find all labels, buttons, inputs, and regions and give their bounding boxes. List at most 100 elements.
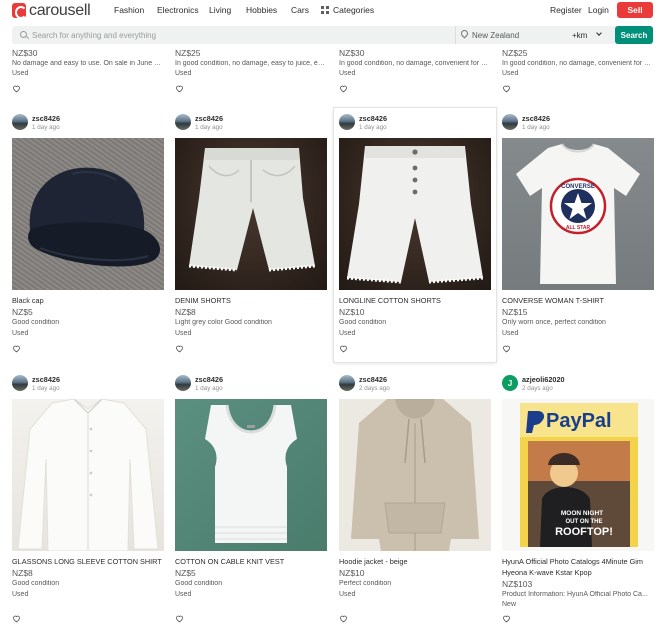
heart-icon[interactable] xyxy=(175,614,184,623)
white-shirt-image xyxy=(17,399,159,551)
listing-photo[interactable] xyxy=(12,138,164,290)
listing-title[interactable]: COTTON ON CABLE KNIT VEST xyxy=(175,557,284,566)
avatar[interactable] xyxy=(339,375,355,391)
paypal-print-text: PayPal xyxy=(546,410,612,432)
listing-card-partial[interactable]: NZ$25 In good condition, no damage, easy… xyxy=(175,44,337,94)
heart-icon[interactable] xyxy=(175,84,184,93)
heart-icon[interactable] xyxy=(12,84,21,93)
heart-icon[interactable] xyxy=(339,84,348,93)
listing-time: 1 day ago xyxy=(522,124,550,131)
denim-shorts-image xyxy=(188,148,316,272)
listing-card-partial[interactable]: NZ$30 In good condition, no damage, conv… xyxy=(339,44,501,94)
seller-username[interactable]: zsc8426 xyxy=(195,114,223,123)
listing-title[interactable]: CONVERSE WOMAN T-SHIRT xyxy=(502,296,604,305)
catalog-print-text: ROOFTOP! xyxy=(555,526,613,538)
avatar[interactable] xyxy=(502,114,518,130)
seller-info[interactable]: zsc8426 2 days ago xyxy=(339,371,501,393)
seller-username[interactable]: azjeoli62020 xyxy=(522,375,565,384)
seller-info[interactable]: zsc8426 1 day ago xyxy=(175,371,337,393)
seller-info[interactable]: zsc8426 1 day ago xyxy=(175,110,337,132)
seller-username[interactable]: zsc8426 xyxy=(522,114,550,123)
listing-title-line2[interactable]: Hyeona K-wave Kstar Kpop xyxy=(502,568,592,577)
listing-photo[interactable] xyxy=(175,399,327,551)
listing-title[interactable]: DENIM SHORTS xyxy=(175,296,231,305)
listing-card[interactable]: zsc8426 1 day ago DENIM SHORTS NZ$8 Ligh… xyxy=(175,110,337,360)
listing-price: NZ$25 xyxy=(175,48,201,58)
listing-price: NZ$5 xyxy=(12,307,33,317)
listing-time: 1 day ago xyxy=(195,124,223,131)
seller-info[interactable]: zsc8426 1 day ago xyxy=(12,371,174,393)
listing-card[interactable]: zsc8426 1 day ago GLASSONS LONG SLEEVE C… xyxy=(12,371,174,630)
listing-card[interactable]: J azjeoli62020 2 days ago PayPal MOON NI… xyxy=(502,371,660,630)
seller-info[interactable]: J azjeoli62020 2 days ago xyxy=(502,371,660,393)
listing-price: NZ$5 xyxy=(175,568,196,578)
listing-photo[interactable]: PayPal MOON NIGHT OUT ON THE ROOFTOP! xyxy=(502,399,654,551)
listing-condition: Used xyxy=(12,591,29,598)
heart-icon[interactable] xyxy=(12,614,21,623)
heart-icon[interactable] xyxy=(502,344,511,353)
avatar[interactable] xyxy=(12,375,28,391)
listing-title[interactable]: Black cap xyxy=(12,296,44,305)
listing-description: Product Information: HyunA Official Phot… xyxy=(502,591,648,598)
listing-price: NZ$15 xyxy=(502,307,528,317)
seller-info[interactable]: zsc8426 1 day ago xyxy=(12,110,174,132)
listing-condition: Used xyxy=(502,330,519,337)
listing-title[interactable]: LONGLINE COTTON SHORTS xyxy=(339,296,441,305)
avatar[interactable] xyxy=(175,375,191,391)
listing-card[interactable]: zsc8426 1 day ago Black cap NZ$5 Good co… xyxy=(12,110,174,360)
listing-card[interactable]: zsc8426 1 day ago COTTON ON CABLE KNIT V… xyxy=(175,371,337,630)
listing-time: 2 days ago xyxy=(359,385,390,392)
listing-time: 2 days ago xyxy=(522,385,553,392)
seller-username[interactable]: zsc8426 xyxy=(32,114,60,123)
listing-time: 1 day ago xyxy=(195,385,223,392)
listing-card-partial[interactable]: NZ$25 In good condition, no damage, conv… xyxy=(502,44,660,94)
heart-icon[interactable] xyxy=(339,344,348,353)
knit-vest-image xyxy=(205,404,297,543)
listing-title[interactable]: GLASSONS LONG SLEEVE COTTON SHIRT xyxy=(12,557,162,566)
listing-photo[interactable] xyxy=(339,138,491,290)
listing-time: 1 day ago xyxy=(359,124,387,131)
heart-icon[interactable] xyxy=(339,614,348,623)
avatar[interactable]: J xyxy=(502,375,518,391)
seller-username[interactable]: zsc8426 xyxy=(359,375,387,384)
listing-condition: Used xyxy=(502,70,519,77)
listing-condition: Used xyxy=(12,330,29,337)
listing-description: No damage and easy to use. On sale in Ju… xyxy=(12,60,162,67)
listing-price: NZ$10 xyxy=(339,568,365,578)
avatar[interactable] xyxy=(12,114,28,130)
listing-price: NZ$30 xyxy=(339,48,365,58)
heart-icon[interactable] xyxy=(12,344,21,353)
seller-username[interactable]: zsc8426 xyxy=(359,114,387,123)
listing-description: Good condition xyxy=(12,580,60,587)
listing-card-hovered[interactable]: zsc8426 1 day ago LONGLINE COTTON SHORTS… xyxy=(334,108,496,362)
listing-title[interactable]: HyunA Official Photo Catalogs 4Minute Gi… xyxy=(502,557,643,566)
listing-description: Perfect condition xyxy=(339,580,392,587)
listing-description: In good condition, no damage, easy to ju… xyxy=(175,60,325,67)
listing-description: Only worn once, perfect condition xyxy=(502,319,606,326)
listing-condition: Used xyxy=(339,70,356,77)
heart-icon[interactable] xyxy=(502,614,511,623)
heart-icon[interactable] xyxy=(502,84,511,93)
listing-card-partial[interactable]: NZ$30 No damage and easy to use. On sale… xyxy=(12,44,174,94)
heart-icon[interactable] xyxy=(175,344,184,353)
listing-condition: Used xyxy=(339,330,356,337)
listing-time: 1 day ago xyxy=(32,385,60,392)
listing-title[interactable]: Hoodie jacket - beige xyxy=(339,557,408,566)
avatar[interactable] xyxy=(339,114,355,130)
listing-photo[interactable] xyxy=(339,399,491,551)
seller-username[interactable]: zsc8426 xyxy=(32,375,60,384)
listing-card[interactable]: zsc8426 2 days ago Hoodie jacket - beige… xyxy=(339,371,501,630)
listing-condition: Used xyxy=(175,591,192,598)
black-cap-image xyxy=(28,167,161,267)
listing-photo[interactable] xyxy=(12,399,164,551)
listing-price: NZ$103 xyxy=(502,579,533,589)
avatar[interactable] xyxy=(175,114,191,130)
seller-username[interactable]: zsc8426 xyxy=(195,375,223,384)
listing-card[interactable]: zsc8426 1 day ago CONVERSE ALL STAR CONV… xyxy=(502,110,660,360)
seller-info[interactable]: zsc8426 1 day ago xyxy=(339,110,501,132)
listing-photo[interactable] xyxy=(175,138,327,290)
listing-price: NZ$25 xyxy=(502,48,528,58)
listing-price: NZ$10 xyxy=(339,307,365,317)
seller-info[interactable]: zsc8426 1 day ago xyxy=(502,110,660,132)
listing-photo[interactable]: CONVERSE ALL STAR xyxy=(502,138,654,290)
